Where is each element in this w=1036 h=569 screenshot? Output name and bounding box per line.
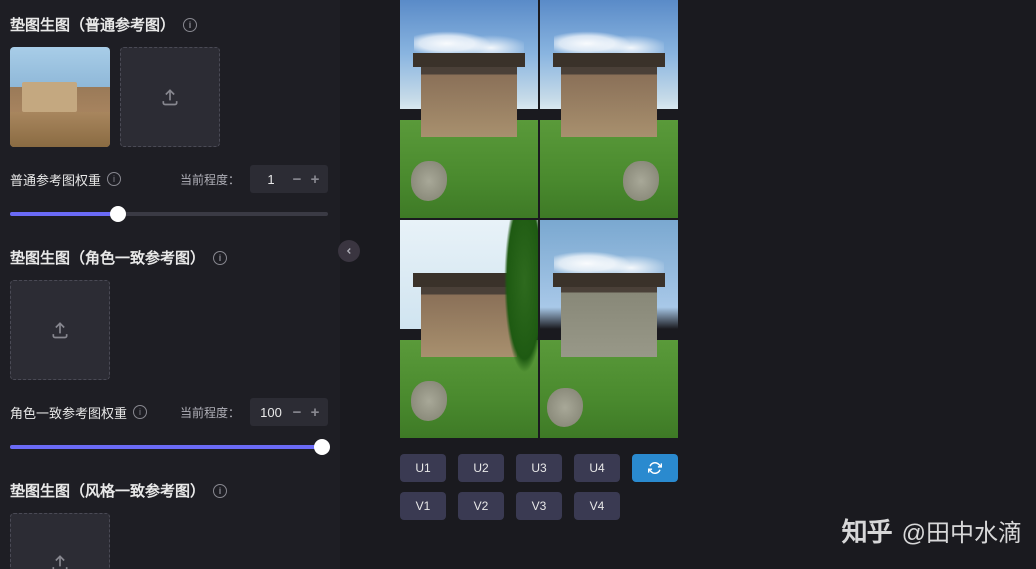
result-image-4[interactable]: [540, 220, 678, 438]
normal-ref-slider[interactable]: [10, 205, 328, 223]
result-image-1[interactable]: [400, 0, 538, 218]
result-actions: U1 U2 U3 U4 V1 V2 V3 V4: [400, 454, 1036, 520]
variation-1-button[interactable]: V1: [400, 492, 446, 520]
info-icon[interactable]: i: [213, 251, 227, 265]
info-icon[interactable]: i: [183, 18, 197, 32]
role-ref-upload-box[interactable]: [10, 280, 110, 380]
upscale-4-button[interactable]: U4: [574, 454, 620, 482]
panel-divider: [340, 0, 348, 569]
reroll-button[interactable]: [632, 454, 678, 482]
plus-button[interactable]: +: [306, 170, 324, 188]
normal-ref-stepper: 1 − +: [250, 165, 328, 193]
result-image-2[interactable]: [540, 0, 678, 218]
upload-icon: [160, 87, 180, 107]
slider-thumb[interactable]: [110, 206, 126, 222]
role-ref-stepper: 100 − +: [250, 398, 328, 426]
info-icon[interactable]: i: [133, 405, 147, 419]
role-ref-weight-row: 角色一致参考图权重 i 当前程度： 100 − +: [10, 398, 328, 426]
upload-icon: [50, 553, 70, 569]
results-panel: U1 U2 U3 U4 V1 V2 V3 V4: [340, 0, 1036, 569]
role-ref-slider[interactable]: [10, 438, 328, 456]
result-image-grid: [400, 0, 678, 438]
style-ref-title-text: 垫图生图（风格一致参考图）: [10, 480, 205, 501]
normal-ref-weight-row: 普通参考图权重 i 当前程度： 1 − +: [10, 165, 328, 193]
style-ref-upload-box[interactable]: [10, 513, 110, 569]
role-ref-weight-label: 角色一致参考图权重 i: [10, 403, 147, 422]
upscale-row: U1 U2 U3 U4: [400, 454, 1036, 482]
role-ref-weight-label-text: 角色一致参考图权重: [10, 403, 127, 422]
style-ref-upload-row: [10, 513, 328, 569]
normal-ref-upload-box[interactable]: [120, 47, 220, 147]
upscale-3-button[interactable]: U3: [516, 454, 562, 482]
slider-thumb[interactable]: [314, 439, 330, 455]
normal-ref-upload-row: [10, 47, 328, 147]
slider-fill: [10, 212, 118, 216]
role-ref-upload-row: [10, 280, 328, 380]
variation-2-button[interactable]: V2: [458, 492, 504, 520]
upscale-2-button[interactable]: U2: [458, 454, 504, 482]
style-ref-title: 垫图生图（风格一致参考图） i: [10, 480, 328, 501]
minus-button[interactable]: −: [288, 170, 306, 188]
variation-3-button[interactable]: V3: [516, 492, 562, 520]
result-image-3[interactable]: [400, 220, 538, 438]
info-icon[interactable]: i: [107, 172, 121, 186]
chevron-left-icon: [344, 246, 354, 256]
normal-ref-thumbnail[interactable]: [10, 47, 110, 147]
minus-button[interactable]: −: [288, 403, 306, 421]
settings-sidebar: 垫图生图（普通参考图） i 普通参考图权重 i 当前程度： 1 − + 垫图生图…: [0, 0, 340, 569]
normal-ref-title: 垫图生图（普通参考图） i: [10, 14, 328, 35]
role-ref-title-text: 垫图生图（角色一致参考图）: [10, 247, 205, 268]
variation-4-button[interactable]: V4: [574, 492, 620, 520]
normal-ref-weight-label: 普通参考图权重 i: [10, 170, 121, 189]
info-icon[interactable]: i: [213, 484, 227, 498]
normal-ref-current-label: 当前程度：: [180, 171, 240, 188]
role-ref-value[interactable]: 100: [254, 405, 288, 420]
plus-button[interactable]: +: [306, 403, 324, 421]
normal-ref-value[interactable]: 1: [254, 172, 288, 187]
normal-ref-weight-label-text: 普通参考图权重: [10, 170, 101, 189]
slider-fill: [10, 445, 328, 449]
collapse-sidebar-button[interactable]: [338, 240, 360, 262]
normal-ref-title-text: 垫图生图（普通参考图）: [10, 14, 175, 35]
role-ref-current-label: 当前程度：: [180, 404, 240, 421]
refresh-icon: [648, 461, 662, 475]
upscale-1-button[interactable]: U1: [400, 454, 446, 482]
role-ref-title: 垫图生图（角色一致参考图） i: [10, 247, 328, 268]
variation-row: V1 V2 V3 V4: [400, 492, 1036, 520]
upload-icon: [50, 320, 70, 340]
